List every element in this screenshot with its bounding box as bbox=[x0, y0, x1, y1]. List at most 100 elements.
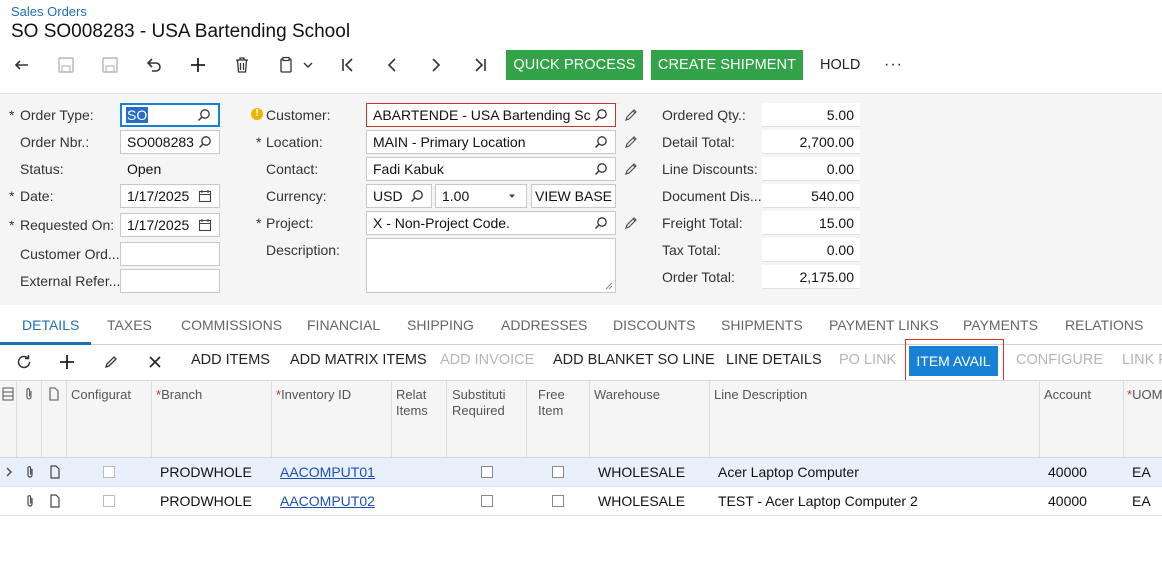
add-blanket-so-line-button[interactable]: ADD BLANKET SO LINE bbox=[553, 352, 715, 368]
free-item-checkbox[interactable] bbox=[552, 466, 564, 478]
save-and-close-icon[interactable] bbox=[53, 52, 79, 78]
header-uom[interactable]: *UOM bbox=[1127, 387, 1162, 403]
description-label: Description: bbox=[266, 242, 340, 258]
tab-commissions[interactable]: COMMISSIONS bbox=[181, 317, 282, 333]
header-configurat[interactable]: Configurat bbox=[71, 387, 149, 403]
header-related-items[interactable]: Relat Items bbox=[396, 387, 444, 419]
external-reference-field[interactable] bbox=[120, 269, 220, 293]
edit-project-pencil-icon[interactable] bbox=[623, 215, 639, 231]
currency-field[interactable]: USD bbox=[366, 184, 432, 208]
inventory-id-link[interactable]: AACOMPUT01 bbox=[280, 464, 375, 480]
calendar-icon[interactable] bbox=[197, 188, 213, 204]
note-icon[interactable] bbox=[49, 465, 61, 479]
required-marker: * bbox=[9, 107, 15, 123]
substitution-required-checkbox[interactable] bbox=[481, 466, 493, 478]
location-value: MAIN - Primary Location bbox=[373, 134, 526, 150]
item-avail-button[interactable]: ITEM AVAIL bbox=[909, 346, 998, 376]
search-icon[interactable] bbox=[197, 134, 213, 150]
header-inventory-id[interactable]: *Inventory ID bbox=[276, 387, 351, 403]
contact-field[interactable]: Fadi Kabuk bbox=[366, 157, 616, 181]
free-item-checkbox[interactable] bbox=[552, 495, 564, 507]
customer-field[interactable]: ABARTENDE - USA Bartending School bbox=[366, 103, 616, 127]
header-substitution-required[interactable]: Substituti Required bbox=[452, 387, 524, 419]
add-invoice-button[interactable]: ADD INVOICE bbox=[440, 352, 534, 368]
calendar-icon[interactable] bbox=[197, 217, 213, 233]
attachment-icon[interactable] bbox=[24, 494, 36, 508]
configurable-checkbox[interactable] bbox=[103, 466, 115, 478]
create-shipment-button[interactable]: CREATE SHIPMENT bbox=[651, 50, 803, 80]
tab-details[interactable]: DETAILS bbox=[22, 317, 79, 333]
undo-icon[interactable] bbox=[141, 52, 167, 78]
header-line-description[interactable]: Line Description bbox=[714, 387, 807, 403]
header-account[interactable]: Account bbox=[1044, 387, 1091, 403]
tab-financial[interactable]: FINANCIAL bbox=[307, 317, 380, 333]
last-record-icon[interactable] bbox=[467, 52, 493, 78]
back-icon[interactable] bbox=[9, 52, 35, 78]
currency-rate-select[interactable]: 1.00 bbox=[435, 184, 527, 208]
search-icon[interactable] bbox=[593, 161, 609, 177]
delete-row-close-icon[interactable] bbox=[145, 352, 165, 372]
add-row-icon[interactable] bbox=[57, 352, 77, 372]
edit-customer-pencil-icon[interactable] bbox=[623, 107, 639, 123]
tab-addresses[interactable]: ADDRESSES bbox=[501, 317, 587, 333]
header-branch[interactable]: *Branch bbox=[156, 387, 202, 403]
tab-shipments[interactable]: SHIPMENTS bbox=[721, 317, 803, 333]
tab-payment-links[interactable]: PAYMENT LINKS bbox=[829, 317, 939, 333]
copy-paste-icon[interactable] bbox=[273, 52, 299, 78]
search-icon[interactable] bbox=[593, 107, 609, 123]
tab-shipping[interactable]: SHIPPING bbox=[407, 317, 474, 333]
save-icon[interactable] bbox=[97, 52, 123, 78]
tab-payments[interactable]: PAYMENTS bbox=[963, 317, 1038, 333]
location-field[interactable]: MAIN - Primary Location bbox=[366, 130, 616, 154]
search-icon[interactable] bbox=[593, 215, 609, 231]
refresh-icon[interactable] bbox=[14, 352, 34, 372]
first-record-icon[interactable] bbox=[335, 52, 361, 78]
table-row[interactable]: PRODWHOLE AACOMPUT01 WHOLESALE Acer Lapt… bbox=[0, 458, 1162, 487]
delete-icon[interactable] bbox=[229, 52, 255, 78]
edit-contact-pencil-icon[interactable] bbox=[623, 161, 639, 177]
configurable-checkbox[interactable] bbox=[103, 495, 115, 507]
header-free-item[interactable]: Free Item bbox=[538, 387, 565, 419]
customer-order-field[interactable] bbox=[120, 242, 220, 266]
edit-location-pencil-icon[interactable] bbox=[623, 134, 639, 150]
order-nbr-field[interactable]: SO008283 bbox=[120, 130, 220, 154]
project-field[interactable]: X - Non-Project Code. bbox=[366, 211, 616, 235]
previous-record-icon[interactable] bbox=[379, 52, 405, 78]
header-warehouse[interactable]: Warehouse bbox=[594, 387, 660, 403]
chevron-down-icon[interactable] bbox=[298, 52, 318, 78]
tab-taxes[interactable]: TAXES bbox=[107, 317, 152, 333]
view-base-button[interactable]: VIEW BASE bbox=[531, 184, 616, 208]
location-label: Location: bbox=[266, 134, 323, 150]
table-row[interactable]: PRODWHOLE AACOMPUT02 WHOLESALE TEST - Ac… bbox=[0, 487, 1162, 516]
add-matrix-items-button[interactable]: ADD MATRIX ITEMS bbox=[290, 352, 427, 368]
edit-row-pencil-icon[interactable] bbox=[101, 352, 121, 372]
attachment-icon[interactable] bbox=[24, 465, 36, 479]
substitution-required-checkbox[interactable] bbox=[481, 495, 493, 507]
po-link-button[interactable]: PO LINK bbox=[839, 352, 896, 368]
tab-relations[interactable]: RELATIONS bbox=[1065, 317, 1143, 333]
configure-button[interactable]: CONFIGURE bbox=[1016, 352, 1103, 368]
add-items-button[interactable]: ADD ITEMS bbox=[191, 352, 270, 368]
more-menu-button[interactable]: ··· bbox=[884, 50, 903, 80]
order-type-field[interactable]: SO bbox=[120, 103, 220, 127]
header-inventory-id-label: Inventory ID bbox=[281, 387, 352, 402]
quick-process-button[interactable]: QUICK PROCESS bbox=[506, 50, 643, 80]
line-details-button[interactable]: LINE DETAILS bbox=[726, 352, 822, 368]
search-icon[interactable] bbox=[196, 107, 212, 123]
hold-button[interactable]: HOLD bbox=[820, 50, 860, 80]
breadcrumb[interactable]: Sales Orders bbox=[11, 4, 87, 19]
tab-discounts[interactable]: DISCOUNTS bbox=[613, 317, 695, 333]
resize-handle-icon[interactable] bbox=[605, 282, 613, 290]
note-icon[interactable] bbox=[49, 494, 61, 508]
search-icon[interactable] bbox=[409, 188, 425, 204]
date-field[interactable]: 1/17/2025 bbox=[120, 184, 220, 208]
next-record-icon[interactable] bbox=[423, 52, 449, 78]
requested-on-field[interactable]: 1/17/2025 bbox=[120, 213, 220, 237]
inventory-id-link[interactable]: AACOMPUT02 bbox=[280, 493, 375, 509]
link-prod-button[interactable]: LINK P bbox=[1122, 352, 1162, 368]
account-cell: 40000 bbox=[1048, 493, 1087, 509]
search-icon[interactable] bbox=[593, 134, 609, 150]
description-textarea[interactable] bbox=[366, 238, 616, 293]
add-icon[interactable] bbox=[185, 52, 211, 78]
grid-settings-icon[interactable] bbox=[2, 387, 14, 401]
